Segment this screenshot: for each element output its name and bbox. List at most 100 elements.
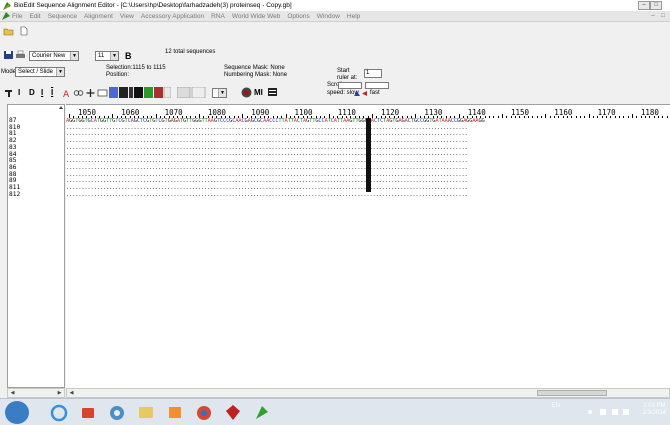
bioedit-icon[interactable]: [249, 402, 275, 423]
mdi-restore-button[interactable]: □: [658, 12, 668, 20]
window-controls: – □: [638, 1, 662, 10]
mode-select[interactable]: Select / Slide ▼: [15, 67, 65, 77]
print-icon[interactable]: [15, 50, 26, 60]
chevron-down-icon: ▼: [70, 52, 78, 60]
app-icon[interactable]: [220, 402, 246, 423]
start-ruler-input[interactable]: 1: [364, 69, 382, 78]
alignment-pane[interactable]: 1050 1060 1070 1080 1090 1100 1110 1120 1130 1140…: [66, 104, 670, 388]
scroll-speed-field-1[interactable]: [338, 82, 362, 89]
document-icon: [2, 12, 10, 20]
edit-toolbar: I D I I A ▼ MI Scroll speed: slow fast: [0, 82, 670, 104]
tray-icons[interactable]: [586, 407, 630, 417]
font-size-select[interactable]: 11 ▼: [95, 51, 119, 61]
format-icon[interactable]: [3, 88, 14, 98]
link-icon[interactable]: [73, 88, 84, 98]
menu-view[interactable]: View: [120, 13, 134, 20]
language-indicator[interactable]: EN: [552, 403, 560, 410]
mdi-minimize-button[interactable]: –: [648, 12, 658, 20]
position-ruler: 1050 1060 1070 1080 1090 1100 1110 1120 1130 1140…: [66, 105, 670, 118]
names-hscrollbar[interactable]: ◀ ▶: [7, 388, 65, 398]
menu-world-wide-web[interactable]: World Wide Web: [232, 13, 281, 20]
save-icon[interactable]: [3, 50, 14, 60]
mode-select-value: Select / Slide: [18, 69, 54, 75]
font-select[interactable]: Courier New ▼: [29, 51, 79, 61]
shading-select[interactable]: ▼: [212, 88, 227, 98]
minimize-button[interactable]: –: [638, 1, 650, 10]
sequence-row[interactable]: ........................................…: [66, 192, 670, 199]
libraries-icon[interactable]: [104, 402, 130, 423]
font-toolbar: Courier New ▼ 11 ▼ B 12 total sequences: [0, 38, 670, 64]
menu-options[interactable]: Options: [287, 13, 309, 20]
scroll-thumb[interactable]: [537, 390, 607, 396]
biohazard-icon[interactable]: [240, 87, 253, 98]
start-button[interactable]: [5, 401, 29, 424]
lock-button[interactable]: I: [51, 88, 53, 97]
new-document-icon[interactable]: [18, 26, 29, 36]
add-icon[interactable]: [85, 88, 96, 98]
sequence-name[interactable]: 85: [9, 158, 64, 165]
text-color-icon[interactable]: A: [61, 88, 72, 98]
font-size-value: 11: [98, 53, 105, 59]
chevron-down-icon: ▼: [56, 68, 64, 76]
sequence-name[interactable]: 812: [9, 191, 64, 199]
table-icon[interactable]: [267, 87, 278, 97]
menu-file[interactable]: File: [12, 13, 22, 20]
sequence-name[interactable]: 82: [9, 137, 64, 145]
invert-button[interactable]: I: [41, 88, 43, 97]
scroll-left-icon[interactable]: ◀: [8, 389, 17, 397]
ie-icon[interactable]: [46, 402, 72, 423]
mdi-controls: – □: [648, 12, 668, 20]
scroll-right-icon[interactable]: ▶: [55, 389, 64, 397]
title-bar: BioEdit Sequence Alignment Editor - [C:\…: [0, 0, 670, 11]
menu-window[interactable]: Window: [317, 13, 340, 20]
selection-toolbar: Mode: Select / Slide ▼ Selection:1115 to …: [0, 64, 670, 82]
selection-label: Selection:1115 to 1115: [106, 65, 166, 71]
chevron-down-icon: ▼: [218, 89, 226, 97]
sequence-name[interactable]: 84: [9, 151, 64, 159]
window-title: BioEdit Sequence Alignment Editor - [C:\…: [14, 2, 292, 9]
clock-time: 3:03 PM: [643, 403, 666, 409]
open-folder-icon[interactable]: [3, 26, 14, 36]
bold-button[interactable]: B: [125, 51, 132, 61]
insert-button[interactable]: I: [18, 88, 20, 97]
total-sequences-label: 12 total sequences: [165, 49, 216, 55]
sequence-name[interactable]: 88: [9, 171, 64, 179]
menu-alignment[interactable]: Alignment: [84, 13, 113, 20]
menu-accessory-application[interactable]: Accessory Application: [141, 13, 204, 20]
speed-arrows-icon[interactable]: [354, 90, 368, 97]
mi-button[interactable]: MI: [254, 88, 263, 97]
menu-sequence[interactable]: Sequence: [48, 13, 77, 20]
start-ruler-label: Start ruler at:: [337, 68, 358, 81]
maximize-button[interactable]: □: [650, 1, 662, 10]
sequence-name[interactable]: 810: [9, 124, 64, 132]
clock-date: 2/3/2014: [642, 410, 666, 416]
taskbar: EN 3:03 PM 2/3/2014: [0, 398, 670, 425]
explorer-icon[interactable]: [75, 402, 101, 423]
shading-icons[interactable]: [177, 87, 207, 98]
comment-icon[interactable]: [97, 88, 108, 98]
bioedit-logo-icon: [3, 1, 11, 10]
sequence-name[interactable]: 86: [9, 164, 64, 172]
position-label: Position:: [106, 72, 130, 78]
scroll-up-icon[interactable]: [58, 105, 64, 111]
chevron-down-icon: ▼: [110, 52, 118, 60]
scroll-speed-field-2[interactable]: [365, 82, 389, 89]
color-mode-icons[interactable]: [109, 87, 171, 98]
alignment-hscrollbar[interactable]: ◀: [66, 388, 670, 398]
delete-button[interactable]: D: [29, 88, 35, 97]
menu-edit[interactable]: Edit: [29, 13, 40, 20]
svg-text:A: A: [63, 90, 70, 98]
scroll-left-icon[interactable]: ◀: [67, 389, 76, 397]
menu-help[interactable]: Help: [347, 13, 360, 20]
sequence-name-list: 87 810 81 82 83 84 85 86 88 89 811 812: [8, 105, 64, 198]
sequence-name[interactable]: 83: [9, 144, 64, 152]
file-toolbar: [0, 23, 670, 39]
chrome-icon[interactable]: [191, 402, 217, 423]
media-icon[interactable]: [162, 402, 188, 423]
sequence-mask-label: Sequence Mask: None: [224, 65, 285, 71]
menu-rna[interactable]: RNA: [211, 13, 225, 20]
sequence-name[interactable]: 81: [9, 131, 64, 138]
speed-fast-label: fast: [370, 90, 380, 96]
clock[interactable]: 3:03 PM 2/3/2014: [643, 403, 666, 417]
folder-icon[interactable]: [133, 402, 159, 423]
